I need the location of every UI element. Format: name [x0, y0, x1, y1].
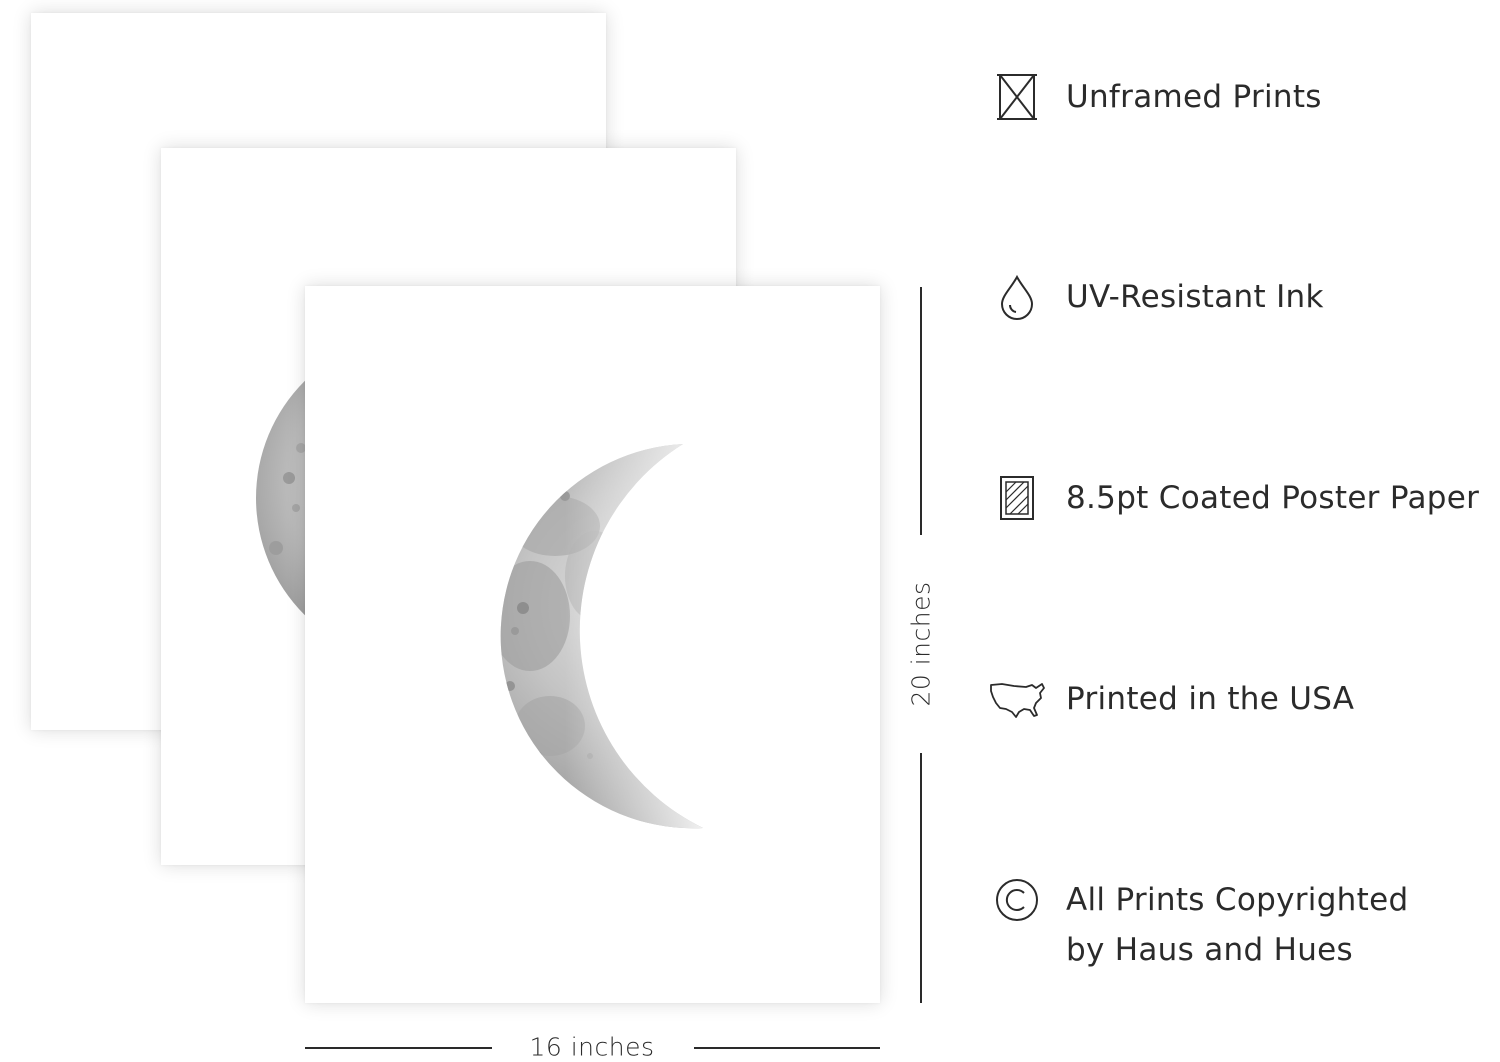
usa-map-icon — [985, 674, 1049, 724]
feature-label: 8.5pt Coated Poster Paper — [1066, 480, 1480, 516]
feature-paper: 8.5pt Coated Poster Paper — [985, 473, 1500, 523]
feature-label-line1: All Prints Copyrighted — [1066, 882, 1409, 918]
width-dimension-label: 16 inches — [529, 1032, 655, 1062]
feature-label: Unframed Prints — [1066, 79, 1322, 115]
feature-label: UV-Resistant Ink — [1066, 279, 1324, 315]
height-dimension-line-top — [920, 287, 922, 535]
feature-copyright: All Prints Copyrighted by Haus and Hues — [985, 875, 1500, 975]
unframed-box-icon — [985, 72, 1049, 122]
feature-label: Printed in the USA — [1066, 681, 1355, 717]
width-dimension-line-left — [305, 1047, 492, 1049]
feature-uv-ink: UV-Resistant Ink — [985, 272, 1500, 322]
height-dimension-label: 20 inches — [906, 581, 936, 707]
print-sheet-front — [305, 286, 880, 1003]
feature-unframed-prints: Unframed Prints — [985, 72, 1500, 122]
width-dimension-line-right — [694, 1047, 880, 1049]
ink-drop-icon — [985, 272, 1049, 322]
moon-crescent-image — [500, 444, 703, 829]
paper-sheet-icon — [985, 473, 1049, 523]
feature-printed-usa: Printed in the USA — [985, 674, 1500, 724]
feature-label: All Prints Copyrighted by Haus and Hues — [1066, 875, 1408, 975]
copyright-icon — [985, 875, 1049, 925]
height-dimension-line-bottom — [920, 753, 922, 1003]
feature-label-line2: by Haus and Hues — [1066, 932, 1353, 968]
